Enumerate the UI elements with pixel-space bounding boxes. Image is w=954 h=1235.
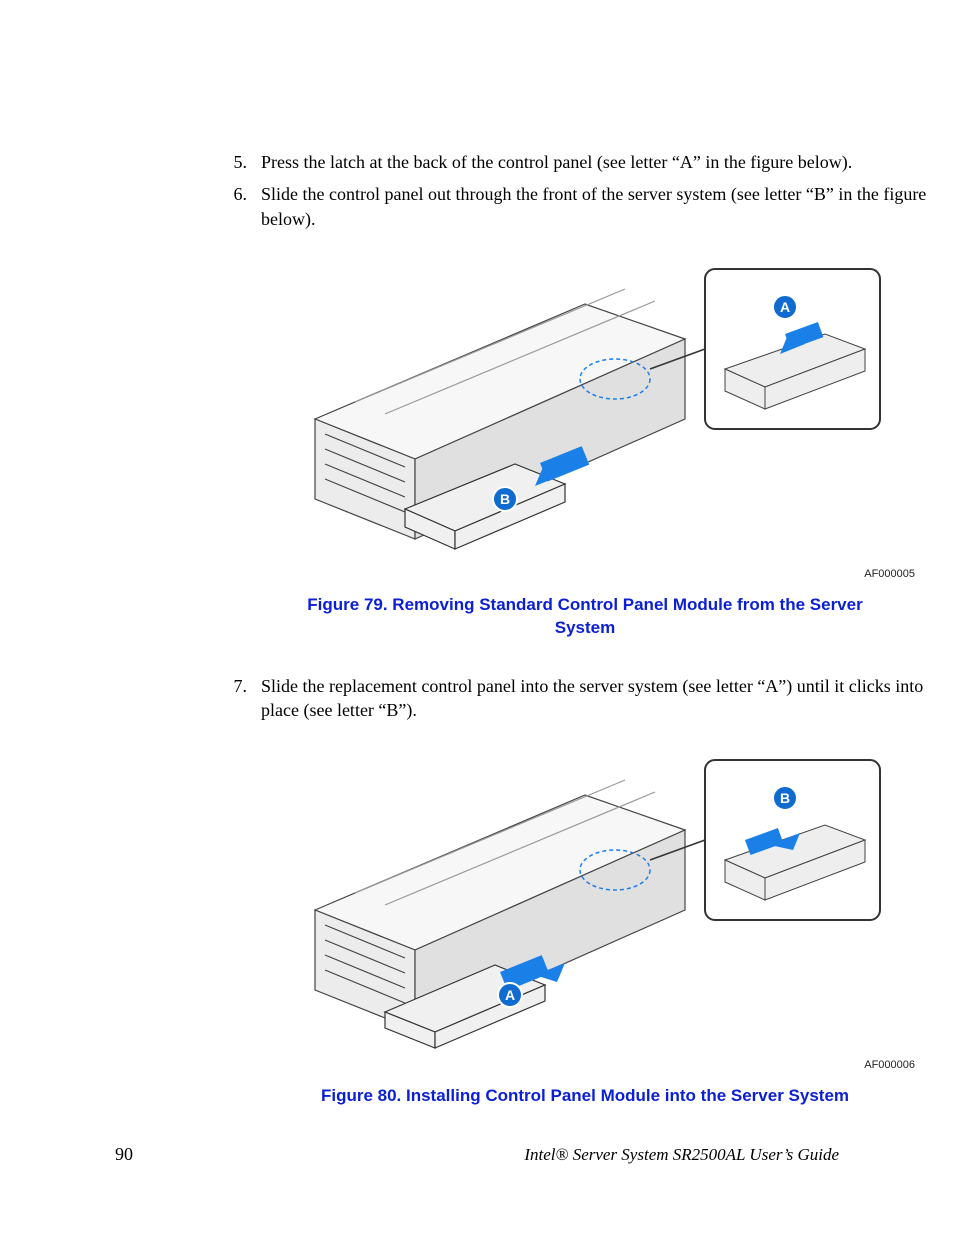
guide-title: Intel® Server System SR2500AL User’s Gui… xyxy=(524,1145,839,1165)
step-text: Slide the replacement control panel into… xyxy=(261,674,945,723)
step-text: Slide the control panel out through the … xyxy=(261,182,945,231)
step-7: 7. Slide the replacement control panel i… xyxy=(225,674,945,723)
step-5: 5. Press the latch at the back of the co… xyxy=(225,150,945,174)
page-number: 90 xyxy=(115,1144,133,1165)
instruction-list-2: 7. Slide the replacement control panel i… xyxy=(225,674,945,723)
figure-79-illustration: B A xyxy=(225,249,945,564)
step-text: Press the latch at the back of the contr… xyxy=(261,150,945,174)
step-number: 5. xyxy=(225,150,261,174)
step-number: 6. xyxy=(225,182,261,231)
figure-80-illustration: A B xyxy=(225,740,945,1055)
figure-80-caption: Figure 80. Installing Control Panel Modu… xyxy=(305,1085,865,1108)
label-b: B xyxy=(780,790,790,806)
figure-79-caption: Figure 79. Removing Standard Control Pan… xyxy=(305,594,865,640)
figure-79-id: AF000005 xyxy=(225,568,945,580)
step-6: 6. Slide the control panel out through t… xyxy=(225,182,945,231)
figure-80: A B A xyxy=(225,740,945,1108)
label-b: B xyxy=(500,491,510,507)
step-number: 7. xyxy=(225,674,261,723)
figure-79: B A xyxy=(225,249,945,640)
figure-80-id: AF000006 xyxy=(225,1059,945,1071)
page-footer: 90 Intel® Server System SR2500AL User’s … xyxy=(115,1144,839,1165)
main-content: 5. Press the latch at the back of the co… xyxy=(225,150,945,1108)
instruction-list: 5. Press the latch at the back of the co… xyxy=(225,150,945,231)
label-a: A xyxy=(505,987,515,1003)
label-a: A xyxy=(780,299,790,315)
